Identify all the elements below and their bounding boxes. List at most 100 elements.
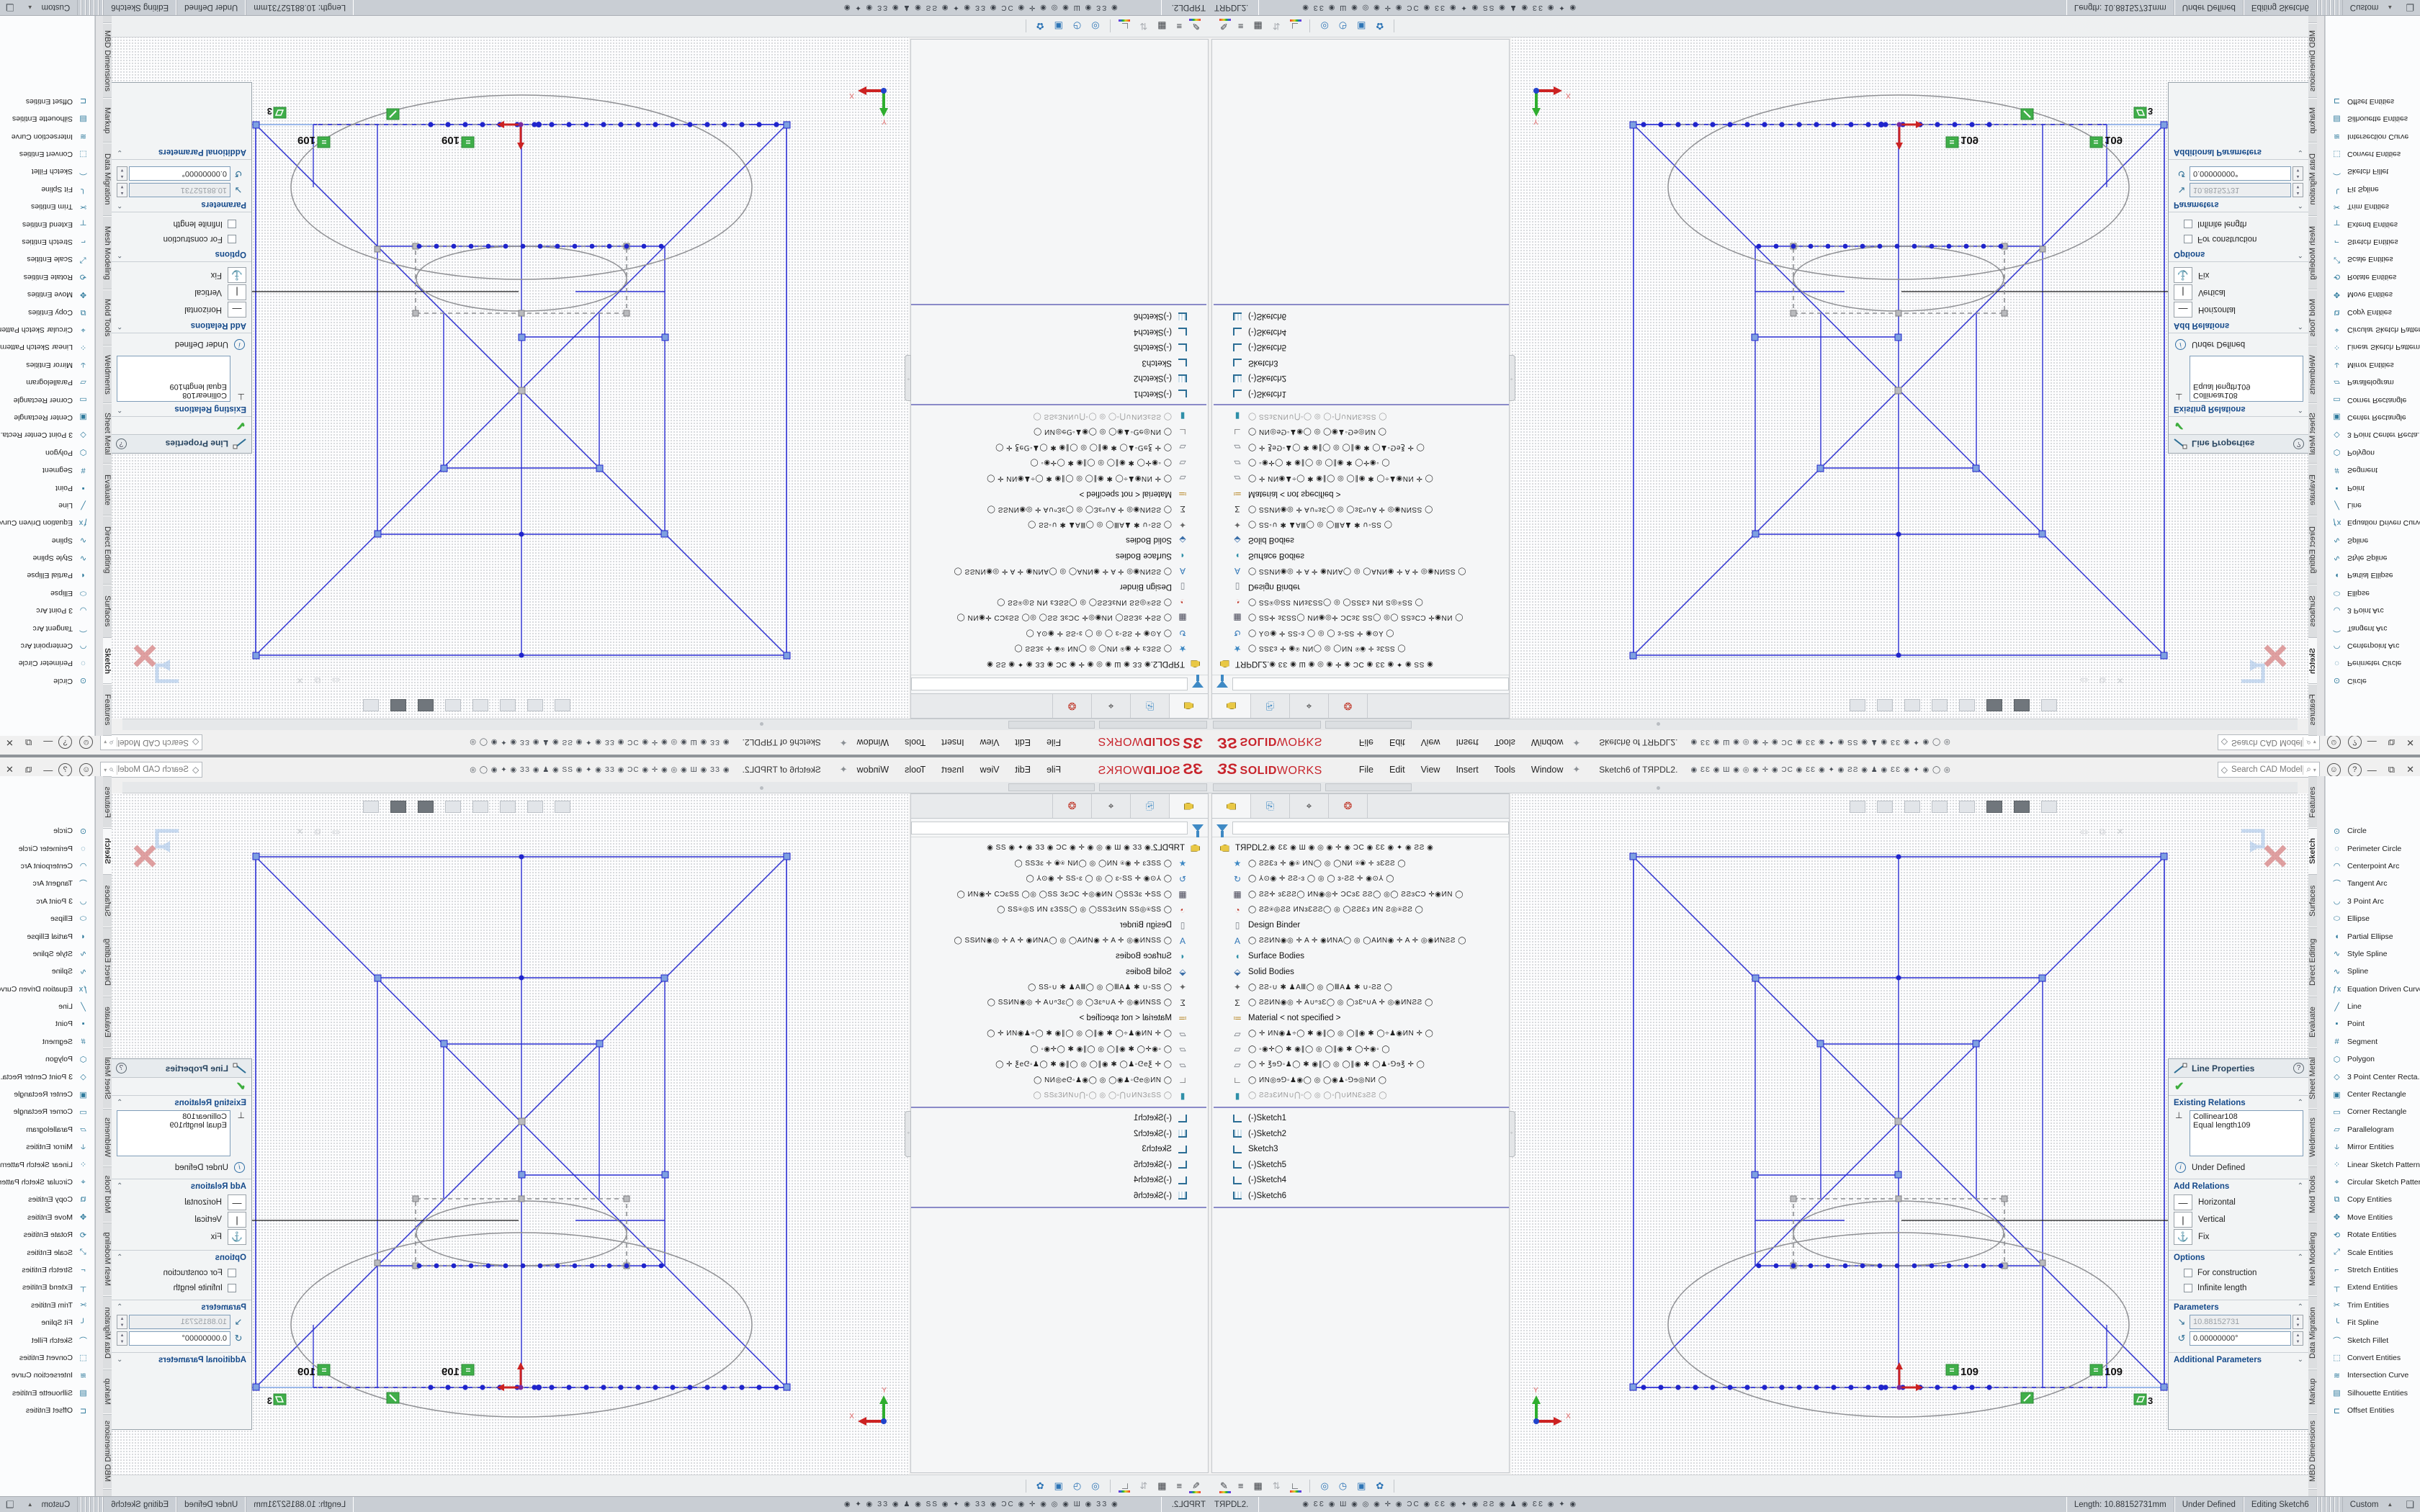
bottom-tool-icon[interactable]: ✎	[1220, 21, 1228, 32]
tool-circular-sketch-pattern[interactable]: ⌖Circular Sketch Pattern	[2326, 1174, 2420, 1191]
tree-row-sketch[interactable]: (-) Sketch4	[1212, 324, 1509, 340]
tree-row[interactable]: ▱◯ ✛ ℥ɘ⅁◦♟◯ ✱ ◉∥◯ ◎ ◯∥◉ ✱ ◯♟◦⅁ɘ℥ ✛ ◯	[1212, 440, 1509, 456]
menu-window[interactable]: Window	[849, 734, 897, 750]
bottom-tool-icon[interactable]: ∟	[1121, 21, 1130, 32]
minimize-button[interactable]: —	[2362, 736, 2383, 750]
tree-row[interactable]: ▮◯ ƧƧɜƐИN∪⋂◦◯ ◎ ◯◦⋂∪ИNƐɜƧƧ ◯	[911, 409, 1208, 425]
tree-row-sketch[interactable]: (-) Sketch2	[911, 1126, 1208, 1142]
tool-extend-entities[interactable]: ┬Extend Entities	[2326, 215, 2420, 233]
commandmanager-tab-features[interactable]: Features	[103, 684, 112, 736]
section-header[interactable]: Add Relations	[2174, 321, 2229, 330]
tree-row-root[interactable]: TЯPDL2. ◉ ƐƐ ◉ Ш ◉ ◎ ◉ ✛ ◉ ƆϹ ◉ ƐƐ ◉ ✦ ◉…	[911, 840, 1208, 856]
quick-toolbar-icons[interactable]: ◉ ƐƐ ◉ Ш ◉ ◎ ◉ ✛ ◉ ƆϹ ◉ ƐƐ ◉ ✦ ◉ ƧƧ ◉ ♟ …	[207, 739, 729, 747]
tool-fit-spline[interactable]: ╰Fit Spline	[2326, 181, 2420, 198]
tool-segment[interactable]: #Segment	[0, 462, 94, 479]
bottom-tool-icon[interactable]: ✿	[1036, 1480, 1044, 1492]
help-icon[interactable]: ?	[58, 763, 72, 777]
bottom-tool-icon[interactable]: ⇅	[1273, 21, 1281, 32]
view-tool-icon[interactable]	[1904, 801, 1920, 813]
relations-listbox[interactable]: Collinear108Equal length109	[117, 1110, 230, 1156]
tag-icon[interactable]: ❏	[2406, 1499, 2414, 1511]
tree-row-sketch[interactable]: (-) Sketch4	[1212, 1173, 1509, 1189]
chevron-up-icon[interactable]: ⌃	[2298, 200, 2303, 209]
bottom-tool-icon[interactable]: ▣	[1054, 1480, 1063, 1492]
spinner-up-icon[interactable]: ▲	[117, 174, 127, 180]
tool-corner-rectangle[interactable]: ▭Corner Rectangle	[2326, 391, 2420, 408]
option-infinite-length[interactable]: Infinite length	[2184, 1280, 2303, 1295]
spinner-up-icon[interactable]: ▲	[2293, 174, 2303, 180]
tree-row[interactable]: ▱◯ ✛ ИN◉♟÷◯ ✱ ◉∥◯ ◎ ◯∥◉ ✱ ◯÷♟◉ИN ✛ ◯	[911, 1026, 1208, 1042]
chevron-down-icon[interactable]: ⌄	[117, 148, 122, 156]
tree-row[interactable]: ≔Material < not specified >	[911, 486, 1208, 502]
view-tool-icon[interactable]	[390, 699, 406, 711]
tool-equation-driven-curve[interactable]: ƒxEquation Driven Curve	[2326, 514, 2420, 531]
tool-trim-entities[interactable]: ✂Trim Entities	[0, 198, 94, 215]
section-header[interactable]: Additional Parameters	[2174, 1356, 2262, 1364]
minimize-button[interactable]: —	[2362, 763, 2383, 777]
checkbox[interactable]	[2184, 1269, 2192, 1277]
tree-row[interactable]: ✦◯ ƧƧ◦∪ ✱ ♟AⅢ◯ ◎ ◯ⅢA♟ ✱ ∪◦ƧƧ ◯	[911, 517, 1208, 533]
tool-linear-sketch-pattern[interactable]: ⁘Linear Sketch Pattern	[2326, 338, 2420, 356]
child-window-controls[interactable]: ▭ ⧉ ✕	[292, 827, 340, 837]
spinner-up-icon[interactable]: ▲	[2293, 1315, 2303, 1322]
tool-intersection-curve[interactable]: ≋Intersection Curve	[0, 1367, 94, 1384]
tree-row[interactable]: ⬙Solid Bodies	[1212, 964, 1509, 980]
tool-tangent-arc[interactable]: ⌒Tangent Arc	[0, 875, 94, 892]
tool-scale-entities[interactable]: ⤢Scale Entities	[2326, 251, 2420, 268]
commandmanager-tab-evaluate[interactable]: Evaluate	[103, 464, 112, 516]
commandmanager-tab-mbd-dimensions[interactable]: MBD Dimensions	[103, 1414, 112, 1489]
section-header[interactable]: Options	[215, 250, 246, 258]
tool-tangent-arc[interactable]: ⌒Tangent Arc	[0, 619, 94, 636]
tool-circular-sketch-pattern[interactable]: ⌖Circular Sketch Pattern	[2326, 321, 2420, 338]
view-tool-icon[interactable]	[1904, 699, 1920, 711]
tool-centerpoint-arc[interactable]: ◠Centerpoint Arc	[0, 637, 94, 654]
panel-splitter[interactable]	[1509, 1111, 1515, 1157]
tool-intersection-curve[interactable]: ≋Intersection Curve	[2326, 128, 2420, 145]
tree-row[interactable]: ▱◯ ✛ ИN◉♟÷◯ ✱ ◉∥◯ ◎ ◯∥◉ ✱ ◯÷♟◉ИN ✛ ◯	[1212, 1026, 1509, 1042]
search-input[interactable]: ◇ Search CAD Models ⌕ ▾	[2218, 734, 2320, 750]
tool-tangent-arc[interactable]: ⌒Tangent Arc	[2326, 875, 2420, 892]
tree-row[interactable]: ▦◯ ƧƧ✛ ɜƐƧƧ◯ ИN◉◎✛ ƆϹɜƐ ƧƧ◯ ◎◯ ƧƧɜϹƆ ✛◉И…	[911, 887, 1208, 903]
section-header[interactable]: Add Relations	[191, 1182, 246, 1191]
tool-tangent-arc[interactable]: ⌒Tangent Arc	[2326, 619, 2420, 636]
tool-sketch-fillet[interactable]: ⌒Sketch Fillet	[0, 1331, 94, 1349]
tab-dimxpertmanager[interactable]: ❂	[1052, 794, 1091, 818]
tool-ellipse[interactable]: ⬭Ellipse	[2326, 910, 2420, 927]
bottom-tool-icon[interactable]: ⇅	[1139, 1480, 1147, 1492]
bottom-tool-icon[interactable]: ◎	[1091, 1480, 1099, 1492]
collapsed-commandmanager[interactable]	[1210, 719, 2298, 730]
child-window-controls[interactable]: ▭ ⧉ ✕	[2080, 675, 2128, 685]
bottom-tool-icon[interactable]: ∟	[1291, 1480, 1300, 1491]
section-header[interactable]: Options	[2174, 1254, 2205, 1262]
commandmanager-tab-mold-tools[interactable]: Mold Tools	[2308, 1166, 2317, 1223]
tree-row-sketch[interactable]: Sketch3	[1212, 1142, 1509, 1158]
tree-row[interactable]: ▮◯ ƧƧɜƐИN∪⋂◦◯ ◎ ◯◦⋂∪ИNƐɜƧƧ ◯	[911, 1088, 1208, 1104]
tree-row[interactable]: ◔◯ ƧƧ⍟◎ƧƧ ИNɜƐƧƧ◯ ◎ ◯ƧƧƐɜ ИN Ƨ◎⍟ƧƧ ◯	[911, 902, 1208, 918]
help-icon[interactable]: ?	[116, 1063, 127, 1074]
tree-row-sketch[interactable]: (-) Sketch1	[1212, 1111, 1509, 1127]
tool-spline[interactable]: ∿Spline	[0, 963, 94, 980]
help-icon[interactable]: ?	[2293, 438, 2304, 449]
search-icon[interactable]: ⌕	[109, 738, 117, 747]
tool-sketch-fillet[interactable]: ⌒Sketch Fillet	[2326, 163, 2420, 180]
tool-partial-ellipse[interactable]: ◖Partial Ellipse	[2326, 567, 2420, 584]
bottom-tool-icon[interactable]: ◎	[1320, 21, 1328, 32]
tree-row[interactable]: A◯ ƧƧИN◉◎ ✛ A ✛ ◉ИNA◯ ◎ ◯AИN◉ ✛ A ✛ ◎◉ИN…	[1212, 564, 1509, 580]
view-tool-icon[interactable]	[555, 801, 570, 813]
tree-row-sketch[interactable]: Sketch3	[911, 355, 1208, 371]
view-tool-icon[interactable]	[445, 801, 461, 813]
menu-tools[interactable]: Tools	[1487, 734, 1523, 750]
tool-3-point-arc[interactable]: ◡3 Point Arc	[2326, 893, 2420, 910]
tool-corner-rectangle[interactable]: ▭Corner Rectangle	[0, 1103, 94, 1120]
tree-row[interactable]: ↻◯ ⅄⊙◉ ✛ ƧƧ◦ɜ ◯ ◎ ◯ ɜ◦ƧƧ ✛ ◉⊙⅄ ◯	[911, 871, 1208, 887]
tree-row[interactable]: ▦◯ ƧƧ✛ ɜƐƧƧ◯ ИN◉◎✛ ƆϹɜƐ ƧƧ◯ ◎◯ ƧƧɜϹƆ ✛◉И…	[911, 610, 1208, 626]
search-input[interactable]: ◇ Search CAD Models ⌕ ▾	[100, 734, 202, 750]
commandmanager-tab-evaluate[interactable]: Evaluate	[2308, 464, 2317, 516]
commandmanager-tab-mbd-dimensions[interactable]: MBD Dimensions	[2308, 23, 2317, 98]
search-icon[interactable]: ⌕	[2303, 738, 2311, 747]
tab-dimxpertmanager[interactable]: ❂	[1329, 694, 1368, 718]
tree-row[interactable]: ◔◯ ƧƧ⍟◎ƧƧ ИNɜƐƧƧ◯ ◎ ◯ƧƧƐɜ ИN Ƨ◎⍟ƧƧ ◯	[1212, 902, 1509, 918]
tool-convert-entities[interactable]: ⬚Convert Entities	[0, 1349, 94, 1367]
menu-edit[interactable]: Edit	[1007, 762, 1039, 778]
tool-center-rectangle[interactable]: ▣Center Rectangle	[2326, 409, 2420, 426]
